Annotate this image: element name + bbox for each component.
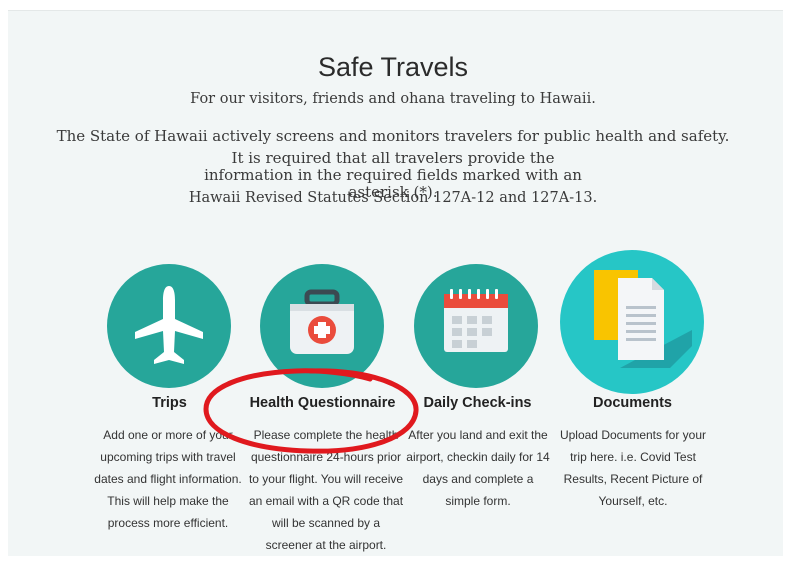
documents-icon: [560, 250, 704, 394]
page-subtitle: For our visitors, friends and ohana trav…: [190, 91, 596, 107]
documents-title[interactable]: Documents: [555, 395, 710, 411]
daily-checkins-description: After you land and exit the airport, che…: [406, 428, 550, 508]
page-title: Safe Travels: [317, 52, 469, 82]
documents-card-icon[interactable]: [560, 250, 704, 394]
documents-description: Upload Documents for your trip here. i.e…: [559, 428, 707, 508]
calendar-icon: [414, 264, 538, 388]
screening-notice: The State of Hawaii actively screens and…: [56, 127, 730, 145]
annotation-circle: [203, 368, 419, 454]
daily-checkins-title[interactable]: Daily Check-ins: [400, 395, 555, 411]
checkins-card-icon[interactable]: [414, 264, 538, 388]
statutes-notice: Hawaii Revised Statutes Section 127A-12 …: [188, 190, 598, 206]
